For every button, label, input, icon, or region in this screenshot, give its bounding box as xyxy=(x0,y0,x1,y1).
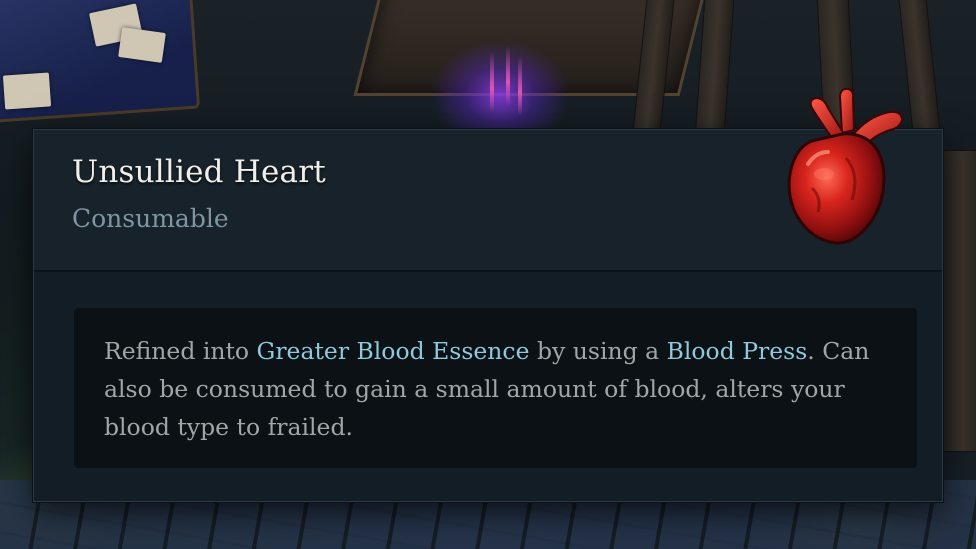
item-description: Refined into Greater Blood Essence by us… xyxy=(104,332,894,446)
background-glow-streak xyxy=(518,56,522,116)
description-box: Refined into Greater Blood Essence by us… xyxy=(74,308,917,468)
description-highlight-greater-blood-essence: Greater Blood Essence xyxy=(256,337,530,365)
background-plank xyxy=(942,150,976,452)
background-paper xyxy=(118,27,166,63)
background-paper xyxy=(2,72,52,110)
background-glow-streak xyxy=(506,46,510,106)
description-text: Refined into xyxy=(104,337,257,365)
item-tooltip: Unsullied Heart Consumable Refined into … xyxy=(33,87,943,502)
item-category: Consumable xyxy=(72,204,229,233)
description-text: by using a xyxy=(529,337,667,365)
background-plank xyxy=(695,0,735,133)
item-title: Unsullied Heart xyxy=(72,154,326,190)
game-scene: Unsullied Heart Consumable Refined into … xyxy=(0,0,976,549)
heart-icon xyxy=(787,87,904,245)
description-highlight-blood-press: Blood Press xyxy=(666,337,808,365)
background-glow-streak xyxy=(490,52,494,112)
